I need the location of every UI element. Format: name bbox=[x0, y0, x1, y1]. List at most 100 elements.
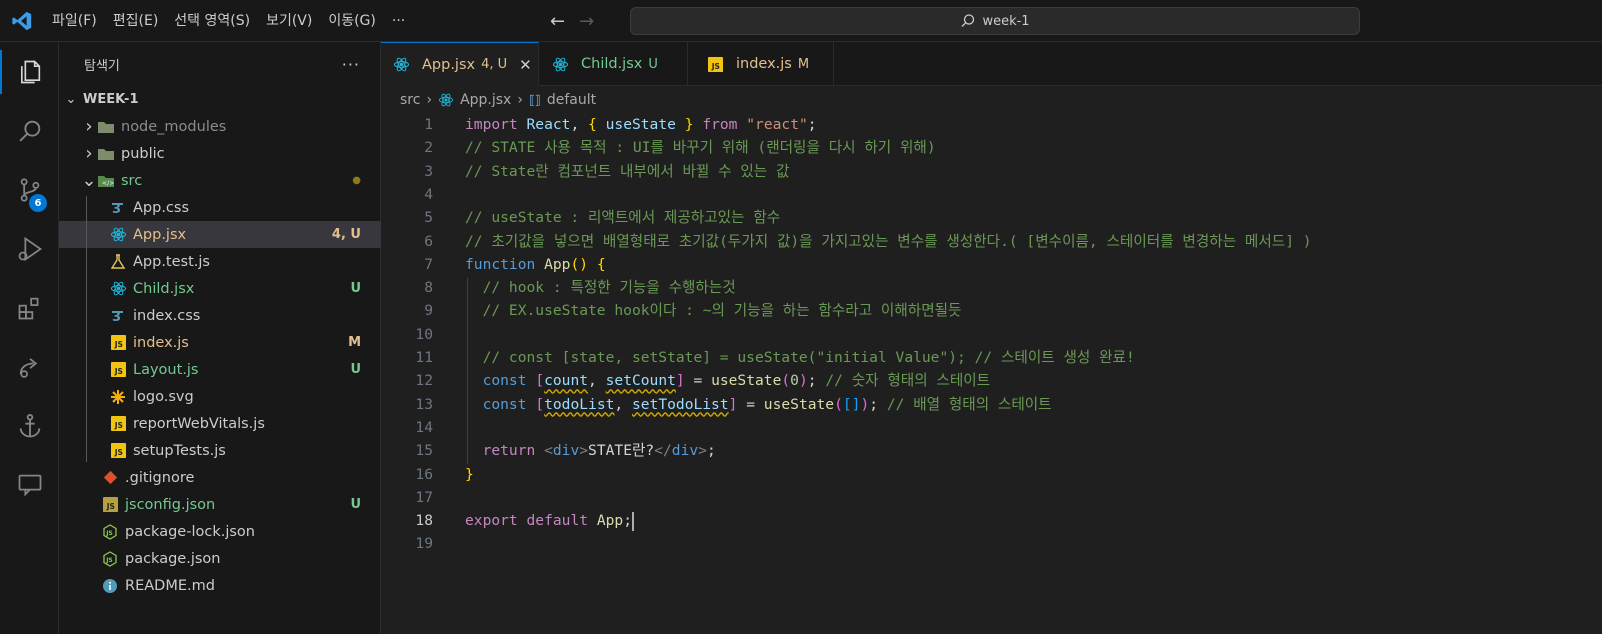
explorer-header: 탐색기 ··· bbox=[59, 42, 380, 86]
editor-tab[interactable]: Child.jsx U bbox=[539, 42, 688, 86]
editor-tabs: App.jsx 4, U ✕ Child.jsx U JS index.js M bbox=[381, 42, 1602, 86]
breadcrumb-file[interactable]: App.jsx bbox=[460, 92, 511, 108]
chat-icon[interactable] bbox=[0, 455, 59, 514]
tree-item[interactable]: App.jsx 4, U bbox=[59, 221, 381, 248]
workspace-root[interactable]: ⌄ WEEK-1 bbox=[59, 86, 381, 113]
code-line: 1 import React, { useState } from "react"… bbox=[381, 113, 1602, 136]
git-status-badge: U bbox=[350, 281, 361, 296]
chevron-right-icon: › bbox=[85, 143, 93, 164]
code-token: function bbox=[465, 255, 536, 273]
tree-item[interactable]: JS reportWebVitals.js bbox=[59, 410, 381, 437]
explorer-title: 탐색기 bbox=[84, 58, 120, 74]
explorer-sidebar: 탐색기 ··· ⌄ WEEK-1 › node_modules › public ⌄ </… bbox=[59, 42, 381, 634]
code-token: ; bbox=[706, 442, 716, 460]
tree-item[interactable]: README.md bbox=[59, 572, 381, 599]
code-token: STATE란? bbox=[588, 442, 655, 460]
back-arrow-icon[interactable]: ← bbox=[550, 11, 565, 32]
tree-item[interactable]: .gitignore bbox=[59, 464, 381, 491]
tree-item[interactable]: JS setupTests.js bbox=[59, 437, 381, 464]
line-number: 18 bbox=[415, 512, 433, 530]
code-token: div bbox=[552, 442, 580, 460]
code-token: count bbox=[544, 372, 589, 390]
source-control-icon[interactable]: 6 bbox=[0, 160, 59, 219]
explorer-icon[interactable] bbox=[0, 42, 59, 101]
node-file-icon: JS bbox=[101, 550, 119, 568]
breadcrumb-symbol[interactable]: default bbox=[547, 92, 596, 108]
css-file-icon: 3 bbox=[109, 199, 127, 217]
tree-item[interactable]: JS package-lock.json bbox=[59, 518, 381, 545]
menu-item[interactable]: 이동(G) bbox=[320, 0, 384, 42]
remote-icon[interactable] bbox=[0, 337, 59, 396]
workspace-root-label: WEEK-1 bbox=[83, 92, 139, 107]
svg-text:</>: </> bbox=[102, 180, 114, 187]
code-token: < bbox=[544, 442, 553, 460]
code-text: // EX.useState hook이다 : ~의 기능을 하는 함수라고 이… bbox=[465, 299, 962, 322]
tree-item[interactable]: › node_modules bbox=[59, 113, 381, 140]
code-token: setTodoList bbox=[631, 395, 729, 413]
code-text: // State란 컴포넌트 내부에서 바뀔 수 있는 값 bbox=[465, 160, 789, 183]
code-token: default bbox=[526, 512, 589, 530]
js-file-icon: JS bbox=[109, 442, 127, 460]
code-token: ; bbox=[807, 372, 826, 390]
node-file-icon: JS bbox=[101, 523, 119, 541]
tree-item[interactable]: JS jsconfig.json U bbox=[59, 491, 381, 518]
tree-item[interactable]: ⌄ </> src ● bbox=[59, 167, 381, 194]
code-token: > bbox=[579, 442, 589, 460]
line-number: 9 bbox=[424, 302, 433, 320]
code-token: 0 bbox=[790, 372, 799, 390]
line-number: 5 bbox=[424, 209, 433, 227]
code-line: 8 // hook : 특정한 기능을 수행하는것 bbox=[381, 276, 1602, 299]
activity-bar: 6 bbox=[0, 42, 59, 634]
tree-item[interactable]: › public bbox=[59, 140, 381, 167]
js-file-icon: JS bbox=[109, 334, 127, 352]
tree-item[interactable]: App.test.js bbox=[59, 248, 381, 275]
editor-tab[interactable]: App.jsx 4, U ✕ bbox=[381, 42, 539, 86]
code-token: // STATE 사용 목적 : UI를 바꾸기 위해 (랜더링을 다시 하기 … bbox=[465, 139, 936, 157]
anchor-icon[interactable] bbox=[0, 396, 59, 455]
line-number: 1 bbox=[424, 116, 433, 133]
chevron-right-icon: › bbox=[426, 92, 433, 108]
run-debug-icon[interactable] bbox=[0, 219, 59, 278]
command-center-search[interactable]: week-1 bbox=[630, 7, 1360, 35]
tree-item-label: Layout.js bbox=[133, 361, 199, 378]
tree-item-label: App.css bbox=[133, 199, 190, 216]
tree-item[interactable]: JS Layout.js U bbox=[59, 356, 381, 383]
git-file-icon bbox=[101, 469, 119, 487]
tree-item[interactable]: logo.svg bbox=[59, 383, 381, 410]
code-token: useState bbox=[605, 116, 676, 133]
menu-item[interactable]: 보기(V) bbox=[258, 0, 320, 42]
editor-tab[interactable]: JS index.js M bbox=[688, 42, 834, 86]
code-token: </ bbox=[654, 442, 672, 460]
code-token: [ bbox=[535, 395, 545, 413]
tree-item-label: src bbox=[121, 172, 143, 189]
forward-arrow-icon[interactable]: → bbox=[579, 11, 594, 32]
extensions-icon[interactable] bbox=[0, 278, 59, 337]
code-line: 6 // 초기값을 넣으면 배열형태로 초기값(두가지 값)을 가지고있는 변수를… bbox=[381, 230, 1602, 253]
tree-item[interactable]: 3 index.css bbox=[59, 302, 381, 329]
menu-item[interactable]: ··· bbox=[384, 0, 413, 42]
code-text: function App() { bbox=[465, 253, 606, 276]
tree-item[interactable]: Child.jsx U bbox=[59, 275, 381, 302]
svg-text:JS: JS bbox=[113, 367, 122, 376]
menu-item[interactable]: 파일(F) bbox=[44, 0, 105, 42]
tree-item[interactable]: JS package.json bbox=[59, 545, 381, 572]
menu-item[interactable]: 선택 영역(S) bbox=[166, 0, 258, 42]
code-line: 4 bbox=[381, 183, 1602, 206]
tree-item[interactable]: JS index.js M bbox=[59, 329, 381, 356]
tree-item[interactable]: 3 App.css bbox=[59, 194, 381, 221]
js-file-icon: JS bbox=[109, 361, 127, 379]
jsjson-file-icon: JS bbox=[101, 496, 119, 514]
code-editor[interactable]: 1 import React, { useState } from "react"… bbox=[381, 112, 1602, 634]
search-icon[interactable] bbox=[0, 101, 59, 160]
breadcrumb-folder[interactable]: src bbox=[400, 92, 420, 108]
js-file-icon: JS bbox=[706, 55, 724, 73]
close-icon[interactable]: ✕ bbox=[519, 56, 532, 74]
line-number: 16 bbox=[415, 465, 433, 483]
menu-item[interactable]: 편집(E) bbox=[105, 0, 167, 42]
code-token: , bbox=[588, 372, 606, 390]
more-actions-icon[interactable]: ··· bbox=[342, 55, 360, 74]
code-token: // const [state, setState] = useState("i… bbox=[482, 349, 1135, 366]
